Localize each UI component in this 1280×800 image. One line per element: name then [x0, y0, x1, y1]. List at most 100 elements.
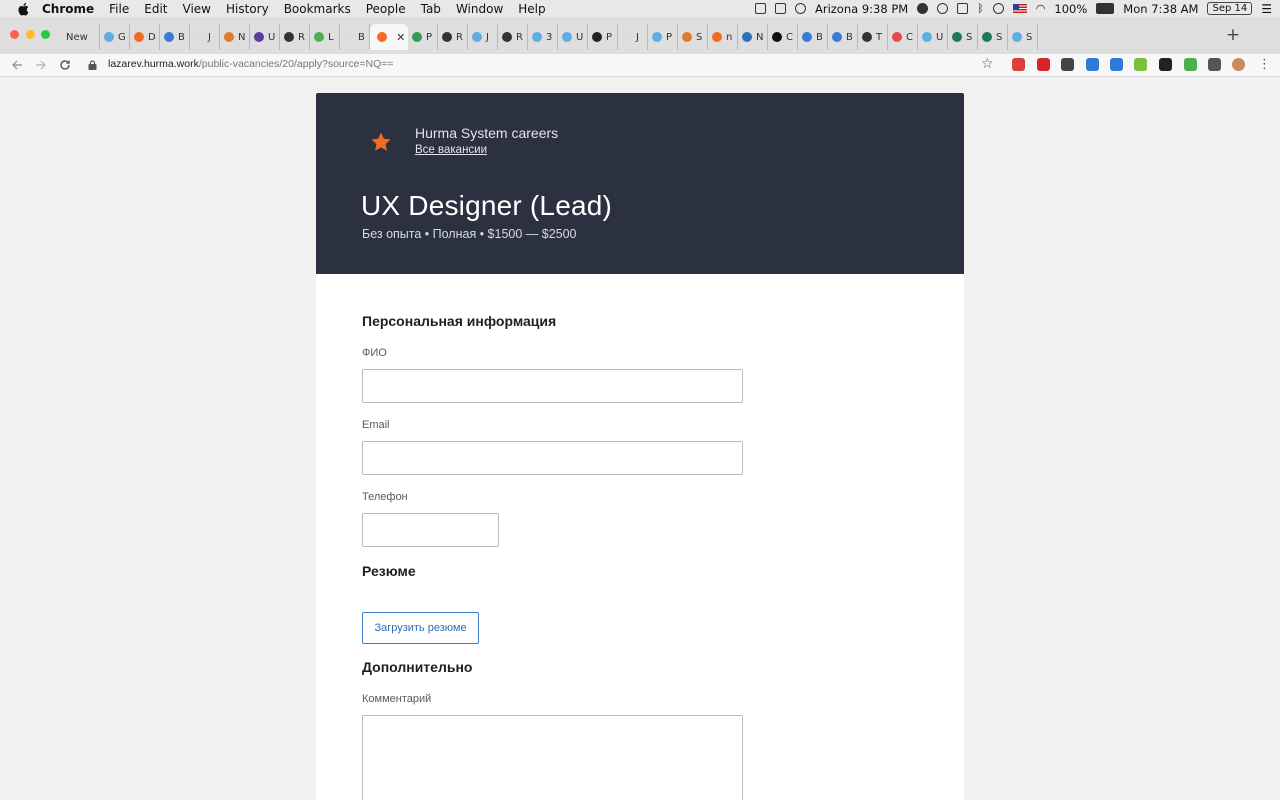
w-icon: [314, 32, 324, 42]
tab[interactable]: R: [438, 24, 468, 50]
tab[interactable]: D: [130, 24, 160, 50]
close-window-button[interactable]: [10, 30, 19, 39]
date-badge[interactable]: Sep 14: [1207, 2, 1253, 15]
tab[interactable]: U: [250, 24, 280, 50]
plus-icon[interactable]: [1184, 58, 1197, 71]
comment-textarea[interactable]: [362, 715, 743, 800]
tab[interactable]: J: [190, 24, 220, 50]
profile-avatar-icon[interactable]: [1232, 58, 1245, 71]
flag-icon[interactable]: [1012, 58, 1025, 71]
tab-label: S: [966, 31, 973, 43]
oval-icon: [892, 32, 902, 42]
battery-text[interactable]: 100%: [1054, 2, 1087, 16]
tab[interactable]: R: [280, 24, 310, 50]
time-machine-icon[interactable]: [992, 3, 1004, 14]
menu-app-chrome[interactable]: Chrome: [42, 2, 94, 16]
opera-icon[interactable]: [1037, 58, 1050, 71]
badge-icon[interactable]: [1159, 58, 1172, 71]
record-icon[interactable]: [794, 3, 806, 14]
tab[interactable]: B: [828, 24, 858, 50]
navigation-icon[interactable]: [917, 3, 929, 14]
new-tab-button[interactable]: +: [1222, 24, 1244, 46]
tab[interactable]: C: [888, 24, 918, 50]
minimize-window-button[interactable]: [26, 30, 35, 39]
puzzle-icon[interactable]: [1086, 58, 1099, 71]
extensions-icon[interactable]: [1208, 58, 1221, 71]
layout-icon[interactable]: [754, 3, 766, 14]
tab-active[interactable]: ✕: [370, 24, 408, 50]
tab[interactable]: C: [768, 24, 798, 50]
tab-label: B: [358, 31, 365, 43]
screenshot-icon[interactable]: [774, 3, 786, 14]
tab[interactable]: New: [58, 24, 100, 50]
reload-icon: [60, 60, 70, 70]
tab[interactable]: P: [648, 24, 678, 50]
mail-icon[interactable]: [1061, 58, 1074, 71]
menubar-clock[interactable]: Mon 7:38 AM: [1123, 2, 1198, 16]
tab[interactable]: n: [708, 24, 738, 50]
address-bar[interactable]: lazarev.hurma.work/public-vacancies/20/a…: [108, 58, 394, 70]
tab[interactable]: B: [160, 24, 190, 50]
clock-icon[interactable]: [937, 3, 949, 14]
tab[interactable]: G: [100, 24, 130, 50]
phone-input[interactable]: [362, 513, 499, 547]
tab-label: B: [846, 31, 853, 43]
loading-icon: [802, 32, 812, 42]
tab[interactable]: J: [618, 24, 648, 50]
tab[interactable]: L: [310, 24, 340, 50]
tab[interactable]: S: [948, 24, 978, 50]
menu-bookmarks[interactable]: Bookmarks: [284, 2, 351, 16]
tab[interactable]: S: [678, 24, 708, 50]
world-clock-text[interactable]: Arizona 9:38 PM: [815, 2, 908, 16]
tab[interactable]: T: [858, 24, 888, 50]
all-vacancies-link[interactable]: Все вакансии: [415, 144, 487, 156]
tab[interactable]: U: [558, 24, 588, 50]
bookmark-star-icon[interactable]: ☆: [981, 56, 994, 72]
tab[interactable]: P: [588, 24, 618, 50]
puzzle-icon[interactable]: [1110, 58, 1123, 71]
apple-icon[interactable]: [16, 2, 30, 16]
notes-icon[interactable]: [957, 3, 969, 14]
tab[interactable]: J: [468, 24, 498, 50]
menu-history[interactable]: History: [226, 2, 269, 16]
forward-button[interactable]: [32, 56, 50, 74]
hurma-icon: [712, 32, 722, 42]
wifi-icon[interactable]: ◠: [1036, 2, 1046, 15]
close-tab-icon[interactable]: ✕: [396, 31, 405, 44]
zoom-window-button[interactable]: [41, 30, 50, 39]
menu-people[interactable]: People: [366, 2, 406, 16]
arrow-left-icon: [12, 60, 22, 70]
tab-label: P: [666, 31, 673, 43]
tab[interactable]: S: [978, 24, 1008, 50]
tab[interactable]: B: [798, 24, 828, 50]
menu-window[interactable]: Window: [456, 2, 503, 16]
us-flag-icon[interactable]: [1012, 4, 1027, 13]
tab-label: S: [1026, 31, 1033, 43]
email-input[interactable]: [362, 441, 743, 475]
notification-center-icon[interactable]: ☰: [1261, 2, 1272, 16]
back-button[interactable]: [8, 56, 26, 74]
bluetooth-icon[interactable]: ᛒ: [977, 2, 984, 15]
menu-help[interactable]: Help: [518, 2, 545, 16]
menu-file[interactable]: File: [109, 2, 129, 16]
upload-resume-button[interactable]: Загрузить резюме: [362, 612, 479, 644]
tab[interactable]: N: [220, 24, 250, 50]
menu-tab[interactable]: Tab: [421, 2, 441, 16]
tab[interactable]: S: [1008, 24, 1038, 50]
chrome-menu-icon[interactable]: ⋮: [1258, 57, 1271, 72]
job-title: UX Designer (Lead): [361, 190, 613, 221]
tab[interactable]: N: [738, 24, 768, 50]
full-name-input[interactable]: [362, 369, 743, 403]
tab[interactable]: U: [918, 24, 948, 50]
lock-icon[interactable]: [88, 60, 97, 70]
menu-edit[interactable]: Edit: [144, 2, 167, 16]
tab[interactable]: 3: [528, 24, 558, 50]
pencil-icon[interactable]: [1134, 58, 1147, 71]
tab-label: R: [298, 31, 305, 43]
battery-icon[interactable]: [1096, 3, 1115, 14]
tab[interactable]: B: [340, 24, 370, 50]
tab[interactable]: P: [408, 24, 438, 50]
menu-view[interactable]: View: [183, 2, 211, 16]
tab[interactable]: R: [498, 24, 528, 50]
reload-button[interactable]: [56, 56, 74, 74]
